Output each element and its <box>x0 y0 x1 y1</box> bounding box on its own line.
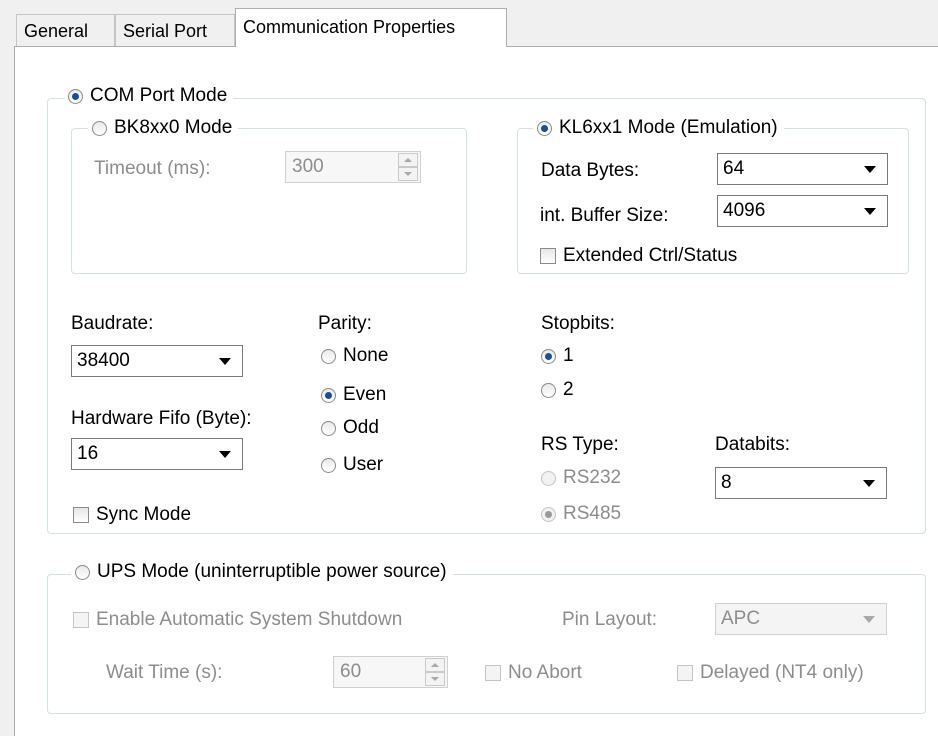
buffer-size-value: 4096 <box>723 200 766 221</box>
wait-time-value[interactable]: 60 <box>334 661 425 683</box>
tab-serial-port[interactable]: Serial Port <box>115 14 235 46</box>
chevron-down-icon[interactable] <box>863 615 875 623</box>
tab-general[interactable]: General <box>16 14 115 46</box>
databits-label: Databits: <box>715 434 790 455</box>
timeout-value[interactable]: 300 <box>286 156 398 178</box>
parity-none-radio[interactable]: None <box>321 344 388 368</box>
extended-ctrl-label: Extended Ctrl/Status <box>563 245 738 266</box>
ups-mode-group <box>47 574 926 714</box>
buffer-size-dropdown[interactable]: 4096 <box>717 195 888 227</box>
ups-mode-label: UPS Mode (uninterruptible power source) <box>97 561 447 582</box>
hardware-fifo-dropdown[interactable]: 16 <box>71 438 243 470</box>
bk-mode-group <box>71 128 467 274</box>
chevron-down-icon[interactable] <box>219 357 231 365</box>
ups-mode-radio-indicator[interactable] <box>75 564 90 580</box>
spin-up-icon[interactable] <box>398 153 418 167</box>
spin-down-icon[interactable] <box>425 672 445 686</box>
stopbits-2-radio[interactable]: 2 <box>541 378 574 402</box>
pin-layout-label: Pin Layout: <box>562 609 658 630</box>
tab-serial-port-label: Serial Port <box>123 21 208 41</box>
rs232-label: RS232 <box>563 467 622 488</box>
extended-ctrl-checkbox-row[interactable]: Extended Ctrl/Status <box>540 244 737 268</box>
com-port-mode-radio[interactable]: COM Port Mode <box>64 84 234 108</box>
bk-mode-radio-indicator[interactable] <box>92 120 107 136</box>
baudrate-value: 38400 <box>77 350 130 371</box>
parity-odd-label: Odd <box>343 417 379 438</box>
timeout-spinner[interactable]: 300 <box>285 151 421 183</box>
kl-mode-label: KL6xx1 Mode (Emulation) <box>559 117 778 138</box>
pin-layout-dropdown[interactable]: APC <box>715 603 887 635</box>
stopbits-1-radio[interactable]: 1 <box>541 344 574 368</box>
data-bytes-dropdown[interactable]: 64 <box>717 153 888 185</box>
rs485-label: RS485 <box>563 503 622 524</box>
kl-mode-radio-indicator[interactable] <box>537 120 552 136</box>
sync-mode-label: Sync Mode <box>96 504 192 525</box>
ups-mode-radio[interactable]: UPS Mode (uninterruptible power source) <box>71 560 453 584</box>
buffer-size-label: int. Buffer Size: <box>540 205 669 226</box>
parity-even-label: Even <box>343 384 387 405</box>
parity-odd-radio[interactable]: Odd <box>321 416 379 440</box>
baudrate-label: Baudrate: <box>71 313 154 334</box>
rs-type-label: RS Type: <box>541 434 619 455</box>
wait-time-spinner[interactable]: 60 <box>333 656 448 688</box>
delayed-checkbox-row[interactable]: Delayed (NT4 only) <box>677 661 864 685</box>
parity-user-radio[interactable]: User <box>321 453 383 477</box>
no-abort-label: No Abort <box>508 662 582 683</box>
parity-user-indicator[interactable] <box>321 457 336 473</box>
rs485-indicator[interactable] <box>541 506 556 522</box>
wait-time-spin-buttons[interactable] <box>425 658 445 686</box>
pin-layout-value: APC <box>721 608 761 629</box>
delayed-checkbox[interactable] <box>677 665 693 681</box>
timeout-label: Timeout (ms): <box>94 158 211 179</box>
kl-mode-radio[interactable]: KL6xx1 Mode (Emulation) <box>533 116 784 140</box>
spin-up-icon[interactable] <box>425 658 445 672</box>
parity-none-indicator[interactable] <box>321 348 336 364</box>
data-bytes-value: 64 <box>723 158 745 179</box>
databits-value: 8 <box>721 472 732 493</box>
chevron-down-icon[interactable] <box>219 450 231 458</box>
bk-mode-label: BK8xx0 Mode <box>114 117 233 138</box>
stopbits-1-indicator[interactable] <box>541 348 556 364</box>
data-bytes-label: Data Bytes: <box>541 160 640 181</box>
com-port-mode-radio-indicator[interactable] <box>68 88 83 104</box>
rs232-radio[interactable]: RS232 <box>541 466 621 490</box>
sync-mode-checkbox-row[interactable]: Sync Mode <box>73 503 191 527</box>
extended-ctrl-checkbox[interactable] <box>540 248 556 264</box>
parity-label: Parity: <box>318 313 372 334</box>
com-port-mode-label: COM Port Mode <box>90 85 228 106</box>
parity-even-indicator[interactable] <box>321 387 336 403</box>
baudrate-dropdown[interactable]: 38400 <box>71 345 243 377</box>
tab-communication-properties-label: Communication Properties <box>243 17 456 37</box>
tab-communication-properties[interactable]: Communication Properties <box>235 8 507 47</box>
chevron-down-icon[interactable] <box>863 479 875 487</box>
chevron-down-icon[interactable] <box>864 207 876 215</box>
auto-shutdown-label: Enable Automatic System Shutdown <box>96 609 403 630</box>
hardware-fifo-label: Hardware Fifo (Byte): <box>71 408 252 429</box>
delayed-label: Delayed (NT4 only) <box>700 662 864 683</box>
no-abort-checkbox[interactable] <box>485 665 501 681</box>
no-abort-checkbox-row[interactable]: No Abort <box>485 661 582 685</box>
stopbits-1-label: 1 <box>563 345 574 366</box>
tab-general-label: General <box>24 21 89 41</box>
auto-shutdown-checkbox[interactable] <box>73 612 89 628</box>
sync-mode-checkbox[interactable] <box>73 507 89 523</box>
hardware-fifo-value: 16 <box>77 443 99 464</box>
databits-dropdown[interactable]: 8 <box>715 467 887 499</box>
parity-odd-indicator[interactable] <box>321 420 336 436</box>
timeout-spin-buttons[interactable] <box>398 153 418 181</box>
bk-mode-radio[interactable]: BK8xx0 Mode <box>88 116 239 140</box>
parity-even-radio[interactable]: Even <box>321 383 386 407</box>
parity-user-label: User <box>343 454 384 475</box>
chevron-down-icon[interactable] <box>864 165 876 173</box>
rs232-indicator[interactable] <box>541 470 556 486</box>
spin-down-icon[interactable] <box>398 167 418 181</box>
auto-shutdown-checkbox-row[interactable]: Enable Automatic System Shutdown <box>73 608 402 632</box>
stopbits-2-indicator[interactable] <box>541 382 556 398</box>
stopbits-2-label: 2 <box>563 379 574 400</box>
stopbits-label: Stopbits: <box>541 313 615 334</box>
parity-none-label: None <box>343 345 389 366</box>
rs485-radio[interactable]: RS485 <box>541 502 621 526</box>
wait-time-label: Wait Time (s): <box>106 662 223 683</box>
